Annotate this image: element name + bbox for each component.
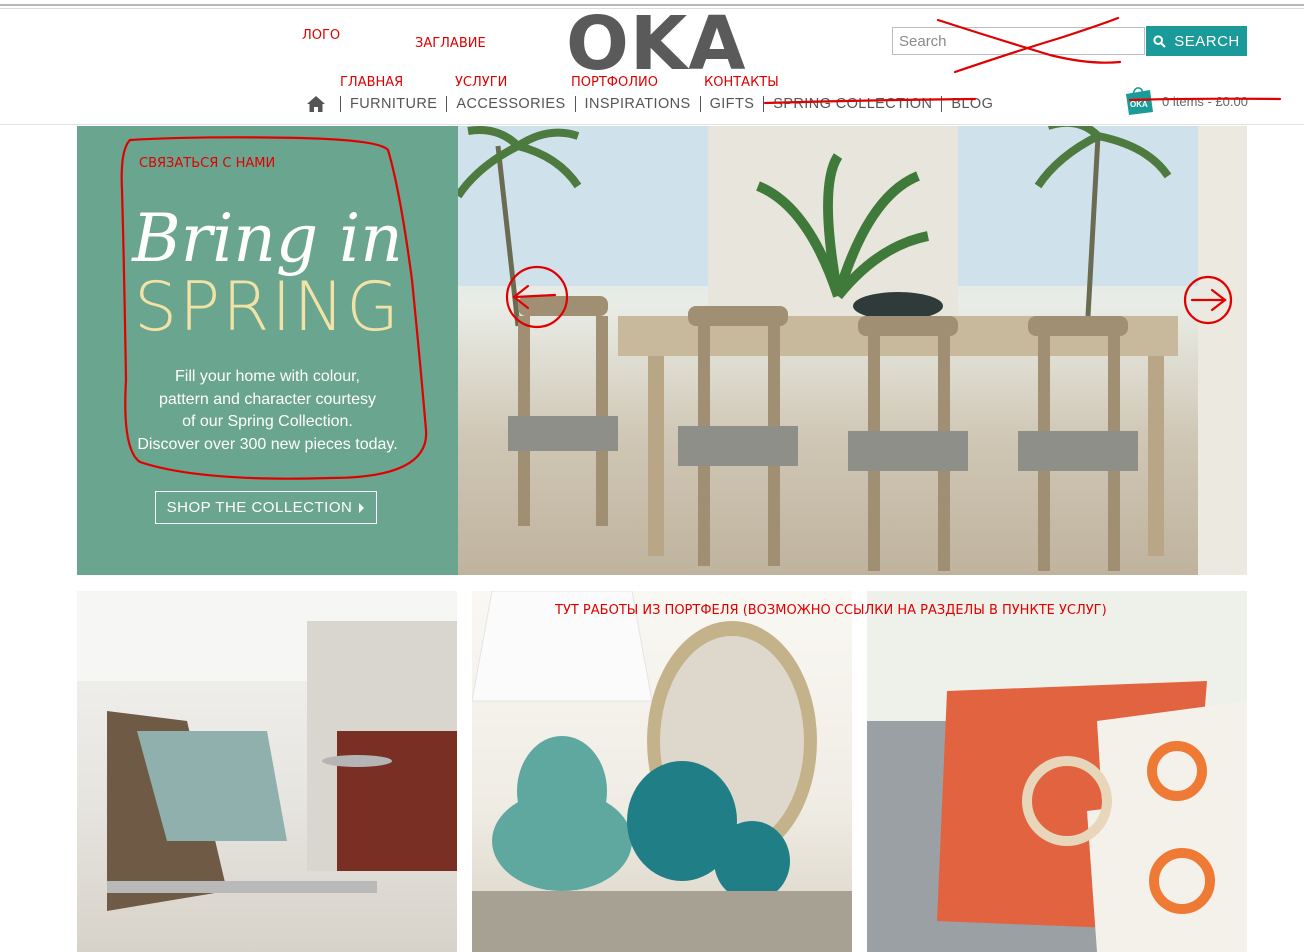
annotation-logo: ЛОГО [302, 28, 341, 43]
nav-item-spring-collection[interactable]: SPRING COLLECTION [773, 96, 932, 112]
hero-copy-line: of our Spring Collection. [182, 413, 353, 430]
search-button[interactable]: SEARCH [1146, 26, 1247, 56]
chevron-right-icon [359, 502, 365, 513]
shopping-bag-icon: OKA [1126, 87, 1153, 115]
portfolio-tile-lamps[interactable] [472, 591, 852, 952]
annotation-title: ЗАГЛАВИЕ [415, 36, 486, 51]
home-icon[interactable] [306, 95, 326, 113]
annotation-nav-services: УСЛУГИ [455, 75, 508, 90]
nav-separator [941, 96, 943, 112]
cart-summary[interactable]: OKA 0 items - £0.00 [1122, 86, 1248, 116]
nav-separator [340, 96, 341, 112]
nav-item-inspirations[interactable]: INSPIRATIONS [585, 96, 691, 112]
hero-copy-line: Discover over 300 new pieces today. [137, 435, 398, 453]
teal-lamps-illustration [472, 591, 852, 952]
annotation-portfolio: ТУТ РАБОТЫ ИЗ ПОРТФЕЛЯ (ВОЗМОЖНО ССЫЛКИ … [555, 603, 1107, 618]
nav-separator [446, 96, 448, 112]
cart-total: 0 items - £0.00 [1162, 93, 1248, 109]
hero-copy-line: pattern and character courtesy [158, 390, 376, 408]
hero-title-line2: SPRING [133, 268, 402, 347]
nav-item-accessories[interactable]: ACCESSORIES [456, 96, 565, 112]
annotation-contact: СВЯЗАТЬСЯ С НАМИ [139, 156, 276, 171]
search-input[interactable] [892, 27, 1145, 55]
shop-collection-button[interactable]: SHOP THE COLLECTION [155, 491, 377, 524]
portfolio-tile-cushions[interactable] [867, 591, 1247, 952]
shop-collection-label: SHOP THE COLLECTION [166, 499, 353, 516]
nav-item-gifts[interactable]: GIFTS [710, 96, 755, 112]
nav-item-furniture[interactable]: FURNITURE [350, 96, 437, 112]
search-icon [1153, 34, 1167, 48]
annotation-nav-contacts: КОНТАКТЫ [704, 75, 779, 90]
annotation-nav-home: ГЛАВНАЯ [340, 75, 404, 90]
main-nav: FURNITURE ACCESSORIES INSPIRATIONS GIFTS… [306, 92, 993, 116]
site-logo[interactable]: OKA [566, 4, 747, 84]
cart-badge-text: OKA [1130, 100, 1148, 109]
header-divider [0, 124, 1304, 125]
search-button-label: SEARCH [1174, 32, 1240, 50]
lounge-chair-illustration [77, 591, 457, 911]
hero-copy: Fill your home with colour, pattern and … [77, 366, 458, 456]
nav-separator [574, 96, 576, 112]
orange-cushions-illustration [867, 591, 1247, 952]
nav-item-blog[interactable]: BLOG [951, 96, 993, 112]
nav-separator [699, 96, 701, 112]
nav-separator [763, 96, 765, 112]
portfolio-tile-chair[interactable] [77, 591, 457, 952]
hero-carousel-image[interactable] [458, 126, 1247, 575]
hero-copy-line: Fill your home with colour, [175, 368, 360, 385]
dining-scene-illustration [458, 126, 1247, 575]
annotation-nav-portfolio: ПОРТФОЛИО [571, 75, 658, 90]
